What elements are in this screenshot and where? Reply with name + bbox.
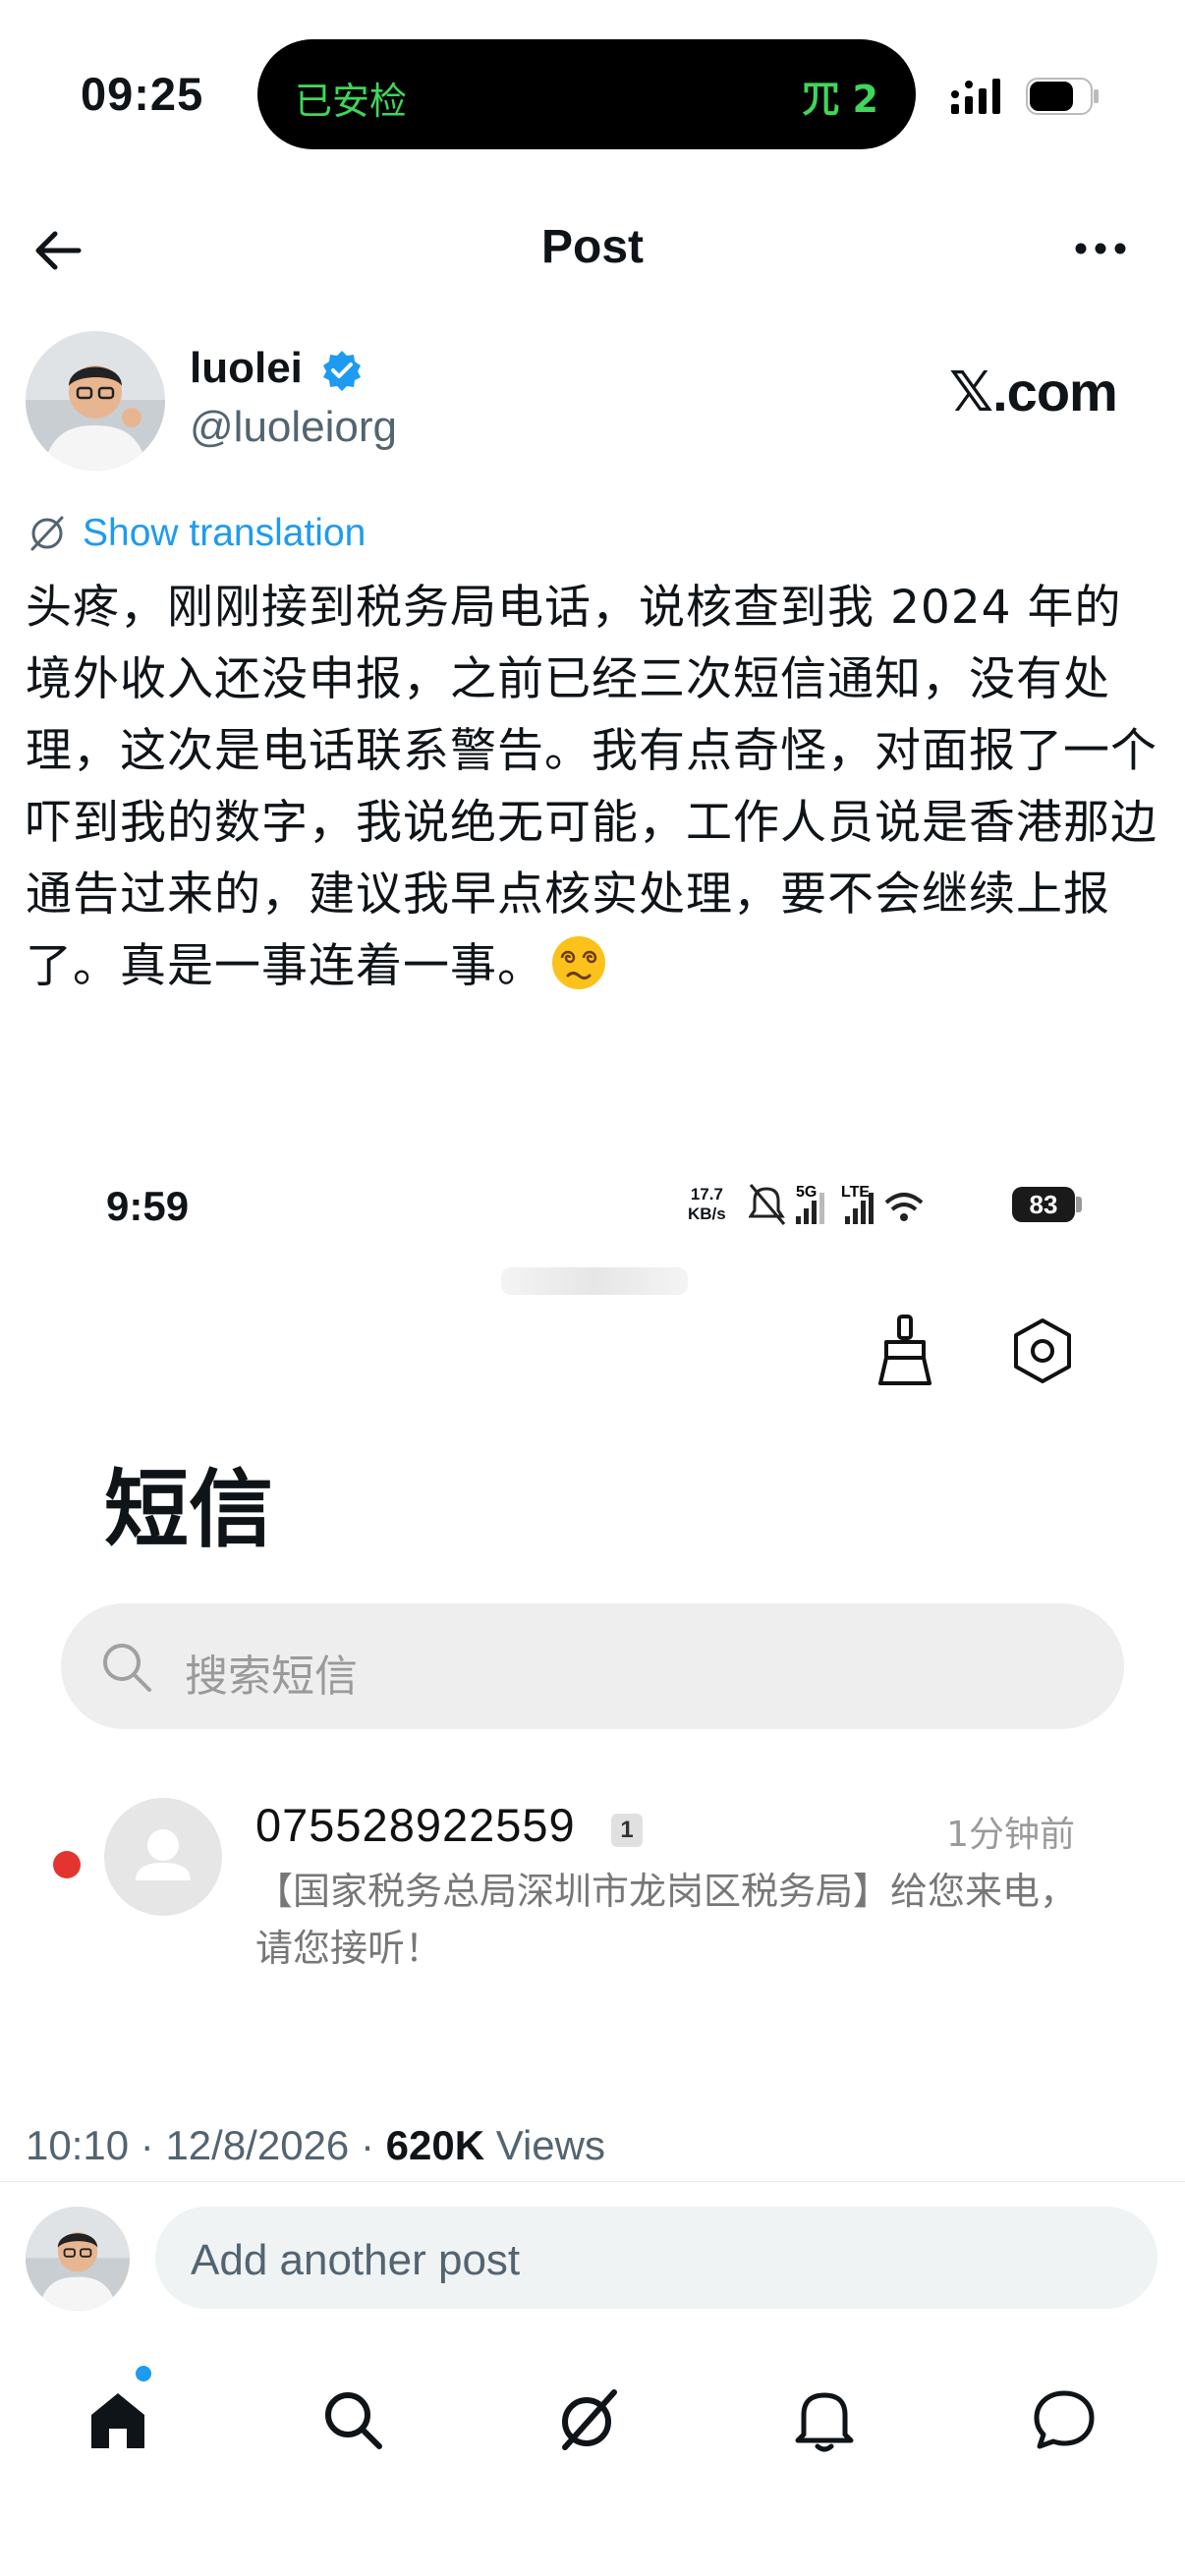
nav-search[interactable] bbox=[309, 2376, 397, 2464]
author-avatar[interactable] bbox=[26, 331, 165, 471]
post-text: 头疼，刚刚接到税务局电话，说核查到我 2024 年的境外收入还没申报，之前已经三… bbox=[26, 581, 1157, 993]
message-time: 1分钟前 bbox=[946, 1815, 1075, 1855]
verified-badge-icon bbox=[323, 351, 361, 391]
clean-brush-icon[interactable] bbox=[871, 1313, 939, 1389]
embedded-net-speed: 17.7 KB/s bbox=[688, 1185, 726, 1223]
contact-avatar bbox=[104, 1798, 222, 1916]
signal-icon bbox=[951, 79, 1000, 114]
search-icon bbox=[325, 2392, 382, 2449]
bottom-nav bbox=[0, 2348, 1185, 2495]
embedded-status-time: 9:59 bbox=[106, 1183, 190, 1229]
attached-screenshot[interactable]: 9:59 17.7 KB/s 5G LTE 83 短信 搜索短信 0755289… bbox=[0, 1130, 1185, 2102]
post-header: Post bbox=[0, 196, 1185, 305]
embedded-battery-nub bbox=[1076, 1197, 1082, 1212]
nav-messages[interactable] bbox=[1020, 2376, 1108, 2464]
sms-search-bar[interactable]: 搜索短信 bbox=[61, 1603, 1124, 1729]
more-options-icon[interactable] bbox=[1071, 234, 1130, 263]
add-post-placeholder: Add another post bbox=[191, 2236, 521, 2284]
status-time: 09:25 bbox=[81, 68, 204, 120]
user-avatar[interactable] bbox=[26, 2207, 130, 2311]
island-counter: ⺴ 2 bbox=[802, 78, 878, 121]
message-count-badge: 1 bbox=[611, 1814, 643, 1847]
nav-notifications[interactable] bbox=[780, 2376, 869, 2464]
post-date: 12/8/2026 bbox=[165, 2122, 350, 2168]
home-icon bbox=[91, 2393, 144, 2448]
nav-home[interactable] bbox=[74, 2376, 162, 2464]
messages-icon bbox=[1034, 2390, 1095, 2449]
wifi-icon bbox=[884, 1193, 924, 1221]
settings-gear-icon[interactable] bbox=[1008, 1316, 1077, 1385]
island-status-text: 已安检 bbox=[295, 80, 408, 123]
home-notification-dot bbox=[136, 2366, 151, 2381]
battery-icon bbox=[1026, 78, 1099, 115]
message-preview: 【国家税务总局深圳市龙岗区税务局】给您来电，请您接听！ bbox=[255, 1870, 1078, 1970]
divider bbox=[0, 2181, 1185, 2182]
show-translation-label: Show translation bbox=[83, 512, 367, 554]
svg-text:LTE: LTE bbox=[841, 1184, 870, 1201]
sms-list-item[interactable]: 075528922559 1 1分钟前 【国家税务总局深圳市龙岗区税务局】给您来… bbox=[0, 1778, 1185, 1975]
dizzy-face-emoji-icon bbox=[552, 936, 605, 989]
mute-icon bbox=[749, 1184, 786, 1225]
sms-title: 短信 bbox=[104, 1461, 273, 1559]
x-com-logo: 𝕏.com bbox=[949, 361, 1118, 422]
svg-text:5G: 5G bbox=[796, 1184, 817, 1201]
views-count[interactable]: 620K bbox=[386, 2122, 484, 2168]
views-label: Views bbox=[495, 2122, 605, 2168]
unread-indicator bbox=[53, 1851, 81, 1878]
notifications-icon bbox=[795, 2392, 854, 2452]
blurred-region bbox=[501, 1267, 688, 1295]
author-handle[interactable]: @luoleiorg bbox=[190, 403, 397, 452]
add-post-input[interactable]: Add another post bbox=[155, 2207, 1157, 2309]
grok-translate-icon bbox=[30, 516, 64, 551]
author-name[interactable]: luolei bbox=[190, 344, 303, 393]
sms-search-placeholder: 搜索短信 bbox=[185, 1652, 358, 1702]
nav-grok[interactable] bbox=[544, 2376, 633, 2464]
search-icon bbox=[103, 1644, 151, 1692]
show-translation-link[interactable]: Show translation bbox=[26, 509, 366, 558]
grok-icon bbox=[562, 2389, 617, 2450]
embedded-battery: 83 bbox=[1012, 1187, 1075, 1222]
page-title: Post bbox=[540, 221, 644, 273]
post-meta: 10:10 · 12/8/2026 · 620K Views bbox=[26, 2122, 605, 2168]
status-bar: 09:25 已安检 ⺴ 2 bbox=[0, 0, 1185, 196]
sender-number: 075528922559 bbox=[255, 1799, 576, 1851]
post-time: 10:10 bbox=[26, 2122, 130, 2168]
post-body: 头疼，刚刚接到税务局电话，说核查到我 2024 年的境外收入还没申报，之前已经三… bbox=[26, 572, 1165, 1002]
dynamic-island: 已安检 ⺴ 2 bbox=[257, 39, 916, 149]
